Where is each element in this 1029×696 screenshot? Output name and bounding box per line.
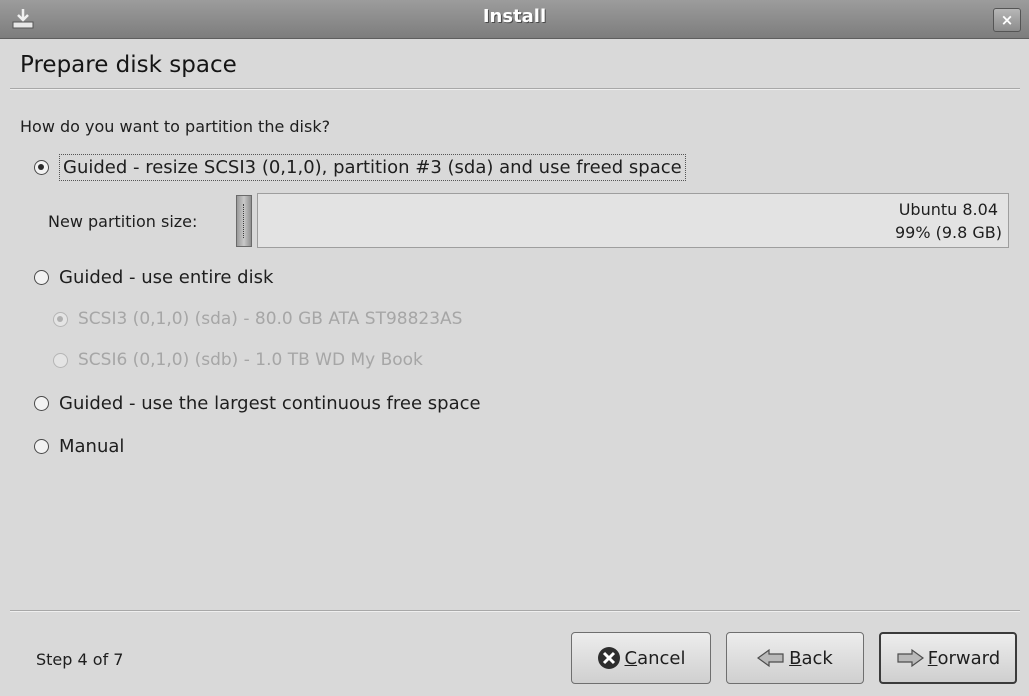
disk-option-sda[interactable]: SCSI3 (0,1,0) (sda) - 80.0 GB ATA ST9882… [53, 303, 462, 335]
option-guided-largest-free-space[interactable]: Guided - use the largest continuous free… [34, 387, 481, 419]
disk-option-sdb-label: SCSI6 (0,1,0) (sdb) - 1.0 TB WD My Book [78, 350, 423, 370]
header-divider [10, 88, 1020, 90]
radio-manual[interactable] [34, 438, 49, 454]
radio-disk-sdb[interactable] [53, 352, 68, 368]
cancel-icon [597, 647, 620, 669]
radio-guided-resize[interactable] [34, 159, 49, 175]
partition-question: How do you want to partition the disk? [20, 117, 331, 136]
page-title: Prepare disk space [20, 52, 237, 78]
new-partition-size-label: New partition size: [48, 212, 198, 231]
cancel-button-label: Cancel [624, 647, 686, 669]
cancel-button[interactable]: Cancel [571, 632, 711, 684]
option-guided-entire-disk-label: Guided - use entire disk [59, 266, 274, 288]
title-bar[interactable]: Install × [0, 0, 1029, 39]
close-button[interactable]: × [993, 8, 1021, 32]
back-button[interactable]: Back [726, 632, 864, 684]
window-title: Install [482, 6, 547, 27]
partition-name: Ubuntu 8.04 [898, 200, 998, 219]
partition-size-value: 99% (9.8 GB) [894, 223, 1002, 242]
option-manual[interactable]: Manual [34, 430, 124, 462]
partition-size-bar[interactable]: Ubuntu 8.04 99% (9.8 GB) [257, 193, 1009, 248]
forward-button-label: Forward [927, 647, 1001, 669]
option-guided-resize[interactable]: Guided - resize SCSI3 (0,1,0), partition… [34, 151, 686, 183]
disk-option-sda-label: SCSI3 (0,1,0) (sda) - 80.0 GB ATA ST9882… [78, 309, 463, 329]
radio-guided-largest-free-space[interactable] [34, 395, 49, 411]
partition-size-slider-handle[interactable] [236, 195, 252, 247]
back-button-label: Back [789, 647, 833, 669]
step-indicator: Step 4 of 7 [36, 650, 124, 669]
radio-disk-sda[interactable] [53, 311, 68, 327]
back-arrow-icon [757, 648, 784, 668]
footer-divider [10, 610, 1020, 612]
option-guided-entire-disk[interactable]: Guided - use entire disk [34, 261, 273, 293]
option-manual-label: Manual [59, 435, 125, 457]
forward-arrow-icon [897, 648, 924, 668]
radio-guided-entire-disk[interactable] [34, 269, 49, 285]
option-guided-largest-free-space-label: Guided - use the largest continuous free… [59, 392, 481, 414]
option-guided-resize-label: Guided - resize SCSI3 (0,1,0), partition… [59, 153, 686, 181]
forward-button[interactable]: Forward [879, 632, 1017, 684]
disk-option-sdb[interactable]: SCSI6 (0,1,0) (sdb) - 1.0 TB WD My Book [53, 344, 423, 376]
